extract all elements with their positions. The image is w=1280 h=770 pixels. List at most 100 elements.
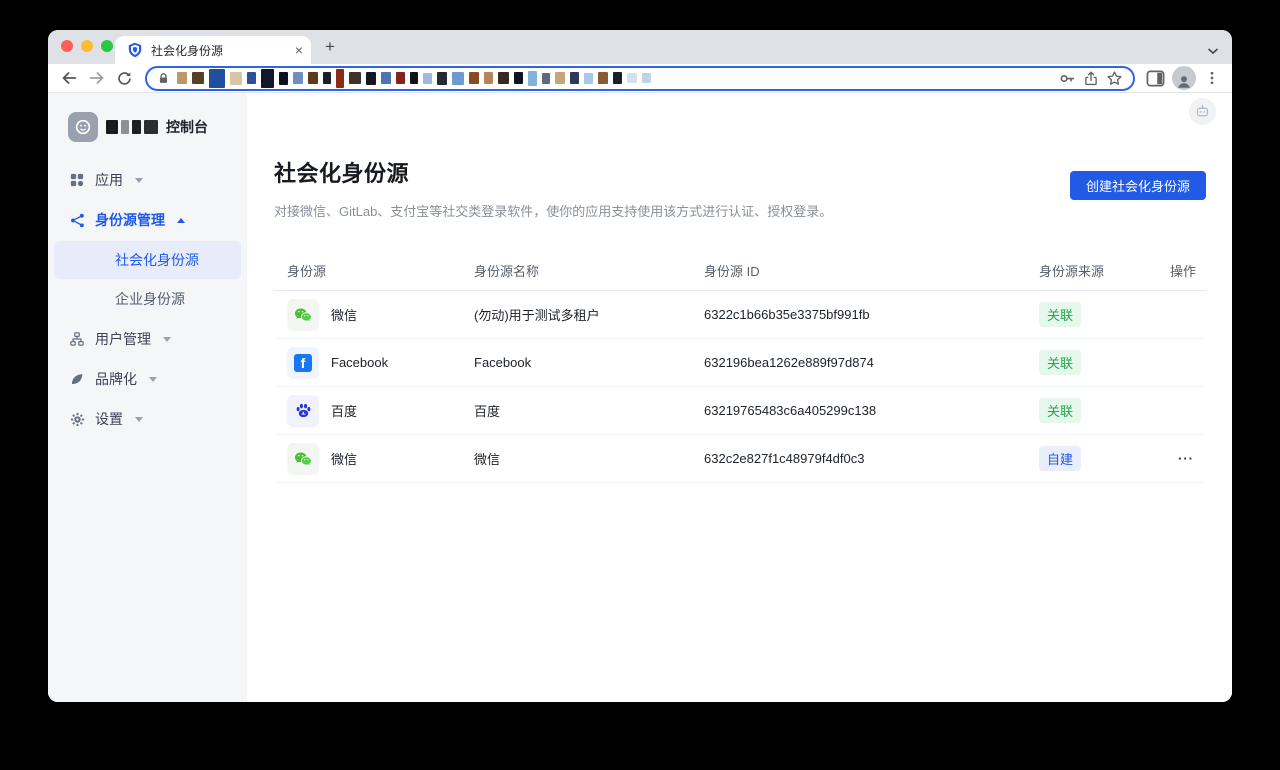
console-app: 控制台 应用 身份源管理 社会化: [48, 93, 1232, 702]
new-tab-button[interactable]: +: [320, 37, 340, 57]
sidebar-item-identity-sources[interactable]: 身份源管理: [48, 200, 247, 240]
sidebar-item-apps[interactable]: 应用: [48, 160, 247, 200]
col-header-id: 身份源 ID: [704, 261, 1039, 280]
provider-cell: 微信: [274, 299, 474, 331]
source-badge: 关联: [1039, 302, 1081, 327]
sidebar-nav: 应用 身份源管理 社会化身份源 企业身份源: [48, 160, 247, 439]
baidu-icon: [287, 395, 319, 427]
console-logo-row: 控制台: [48, 111, 247, 143]
table-row[interactable]: 微信 微信 632c2e827f1c48979f4df0c3 自建 ···: [274, 435, 1206, 483]
close-window-button[interactable]: [61, 40, 73, 52]
sidebar-item-label: 社会化身份源: [115, 250, 199, 270]
provider-name: Facebook: [331, 355, 388, 370]
side-panel-icon[interactable]: [1143, 66, 1168, 90]
star-icon[interactable]: [1106, 70, 1123, 87]
sidebar-item-branding[interactable]: 品牌化: [48, 359, 247, 399]
sidebar-item-label: 设置: [95, 409, 123, 429]
page-title: 社会化身份源: [274, 156, 1206, 188]
table-row[interactable]: 百度 百度 63219765483c6a405299c138 关联: [274, 387, 1206, 435]
chevron-down-icon: [135, 417, 143, 422]
idp-name: (勿动)用于测试多租户: [474, 305, 704, 324]
idp-name: 百度: [474, 401, 704, 420]
provider-name: 微信: [331, 449, 357, 468]
idp-id: 6322c1b66b35e3375bf991fb: [704, 307, 1039, 322]
chevron-down-icon: [163, 337, 171, 342]
sidebar-item-label: 企业身份源: [115, 289, 185, 309]
idp-name: Facebook: [474, 355, 704, 370]
source-badge: 自建: [1039, 446, 1081, 471]
sidebar-item-label: 用户管理: [95, 329, 151, 349]
tab-close-icon[interactable]: ×: [295, 43, 303, 57]
table-row[interactable]: 微信 (勿动)用于测试多租户 6322c1b66b35e3375bf991fb …: [274, 291, 1206, 339]
col-header-actions: 操作: [1159, 261, 1206, 280]
chevron-up-icon: [177, 218, 185, 223]
browser-toolbar: [48, 64, 1232, 93]
apps-icon: [70, 173, 85, 188]
gear-icon: [70, 412, 85, 427]
chevron-down-icon: [149, 377, 157, 382]
create-social-idp-button[interactable]: 创建社会化身份源: [1070, 171, 1206, 200]
traffic-lights: [61, 40, 113, 52]
wechat-icon: [287, 443, 319, 475]
sidebar-item-user-management[interactable]: 用户管理: [48, 319, 247, 359]
browser-window: 社会化身份源 × +: [48, 30, 1232, 702]
console-logo-icon: [68, 112, 98, 142]
profile-avatar[interactable]: [1171, 66, 1196, 90]
table-row[interactable]: f Facebook Facebook 632196bea1262e889f97…: [274, 339, 1206, 387]
back-icon[interactable]: [56, 66, 81, 90]
assistant-avatar[interactable]: [1189, 98, 1216, 125]
source-cell: 自建: [1039, 446, 1159, 471]
sidebar: 控制台 应用 身份源管理 社会化: [48, 93, 247, 702]
tab-strip: 社会化身份源 × +: [48, 30, 1232, 64]
source-badge: 关联: [1039, 398, 1081, 423]
shield-favicon-icon: [127, 42, 143, 58]
chevron-down-icon: [135, 178, 143, 183]
browser-menu-icon[interactable]: [1199, 66, 1224, 90]
tabstrip-chevron-down-icon[interactable]: [1207, 42, 1219, 60]
address-bar[interactable]: [145, 66, 1135, 91]
row-actions-menu[interactable]: ···: [1159, 451, 1206, 466]
sidebar-item-label: 应用: [95, 170, 123, 190]
minimize-window-button[interactable]: [81, 40, 93, 52]
facebook-icon: f: [287, 347, 319, 379]
idp-name: 微信: [474, 449, 704, 468]
source-cell: 关联: [1039, 302, 1159, 327]
lock-icon[interactable]: [157, 72, 170, 85]
forward-icon[interactable]: [84, 66, 109, 90]
main-content: 创建社会化身份源 社会化身份源 对接微信、GitLab、支付宝等社交类登录软件，…: [247, 93, 1232, 702]
browser-tab[interactable]: 社会化身份源 ×: [115, 36, 311, 64]
source-cell: 关联: [1039, 398, 1159, 423]
idp-id: 632196bea1262e889f97d874: [704, 355, 1039, 370]
idp-table: 身份源 身份源名称 身份源 ID 身份源来源 操作 微信: [274, 250, 1206, 483]
provider-name: 百度: [331, 401, 357, 420]
idp-id: 63219765483c6a405299c138: [704, 403, 1039, 418]
page-description: 对接微信、GitLab、支付宝等社交类登录软件，使你的应用支持使用该方式进行认证…: [274, 201, 1206, 220]
brand-redaction: [106, 120, 158, 134]
share-nodes-icon: [70, 213, 85, 228]
tab-title: 社会化身份源: [151, 42, 287, 59]
source-badge: 关联: [1039, 350, 1081, 375]
provider-cell: 百度: [274, 395, 474, 427]
console-label: 控制台: [166, 117, 208, 137]
col-header-source: 身份源来源: [1039, 261, 1159, 280]
col-header-provider: 身份源: [274, 261, 474, 280]
provider-cell: f Facebook: [274, 347, 474, 379]
url-redaction: [177, 69, 1052, 88]
key-icon[interactable]: [1059, 70, 1076, 87]
share-icon[interactable]: [1083, 70, 1099, 87]
zoom-window-button[interactable]: [101, 40, 113, 52]
brand-icon: [70, 372, 85, 387]
provider-name: 微信: [331, 305, 357, 324]
person-icon: [1172, 66, 1196, 90]
provider-cell: 微信: [274, 443, 474, 475]
sidebar-item-label: 身份源管理: [95, 210, 165, 230]
sidebar-item-enterprise-identity[interactable]: 企业身份源: [54, 280, 241, 318]
sidebar-item-social-identity[interactable]: 社会化身份源: [54, 241, 241, 279]
org-icon: [70, 332, 85, 347]
source-cell: 关联: [1039, 350, 1159, 375]
wechat-icon: [287, 299, 319, 331]
idp-id: 632c2e827f1c48979f4df0c3: [704, 451, 1039, 466]
reload-icon[interactable]: [112, 66, 137, 90]
table-header: 身份源 身份源名称 身份源 ID 身份源来源 操作: [274, 250, 1206, 291]
sidebar-item-settings[interactable]: 设置: [48, 399, 247, 439]
